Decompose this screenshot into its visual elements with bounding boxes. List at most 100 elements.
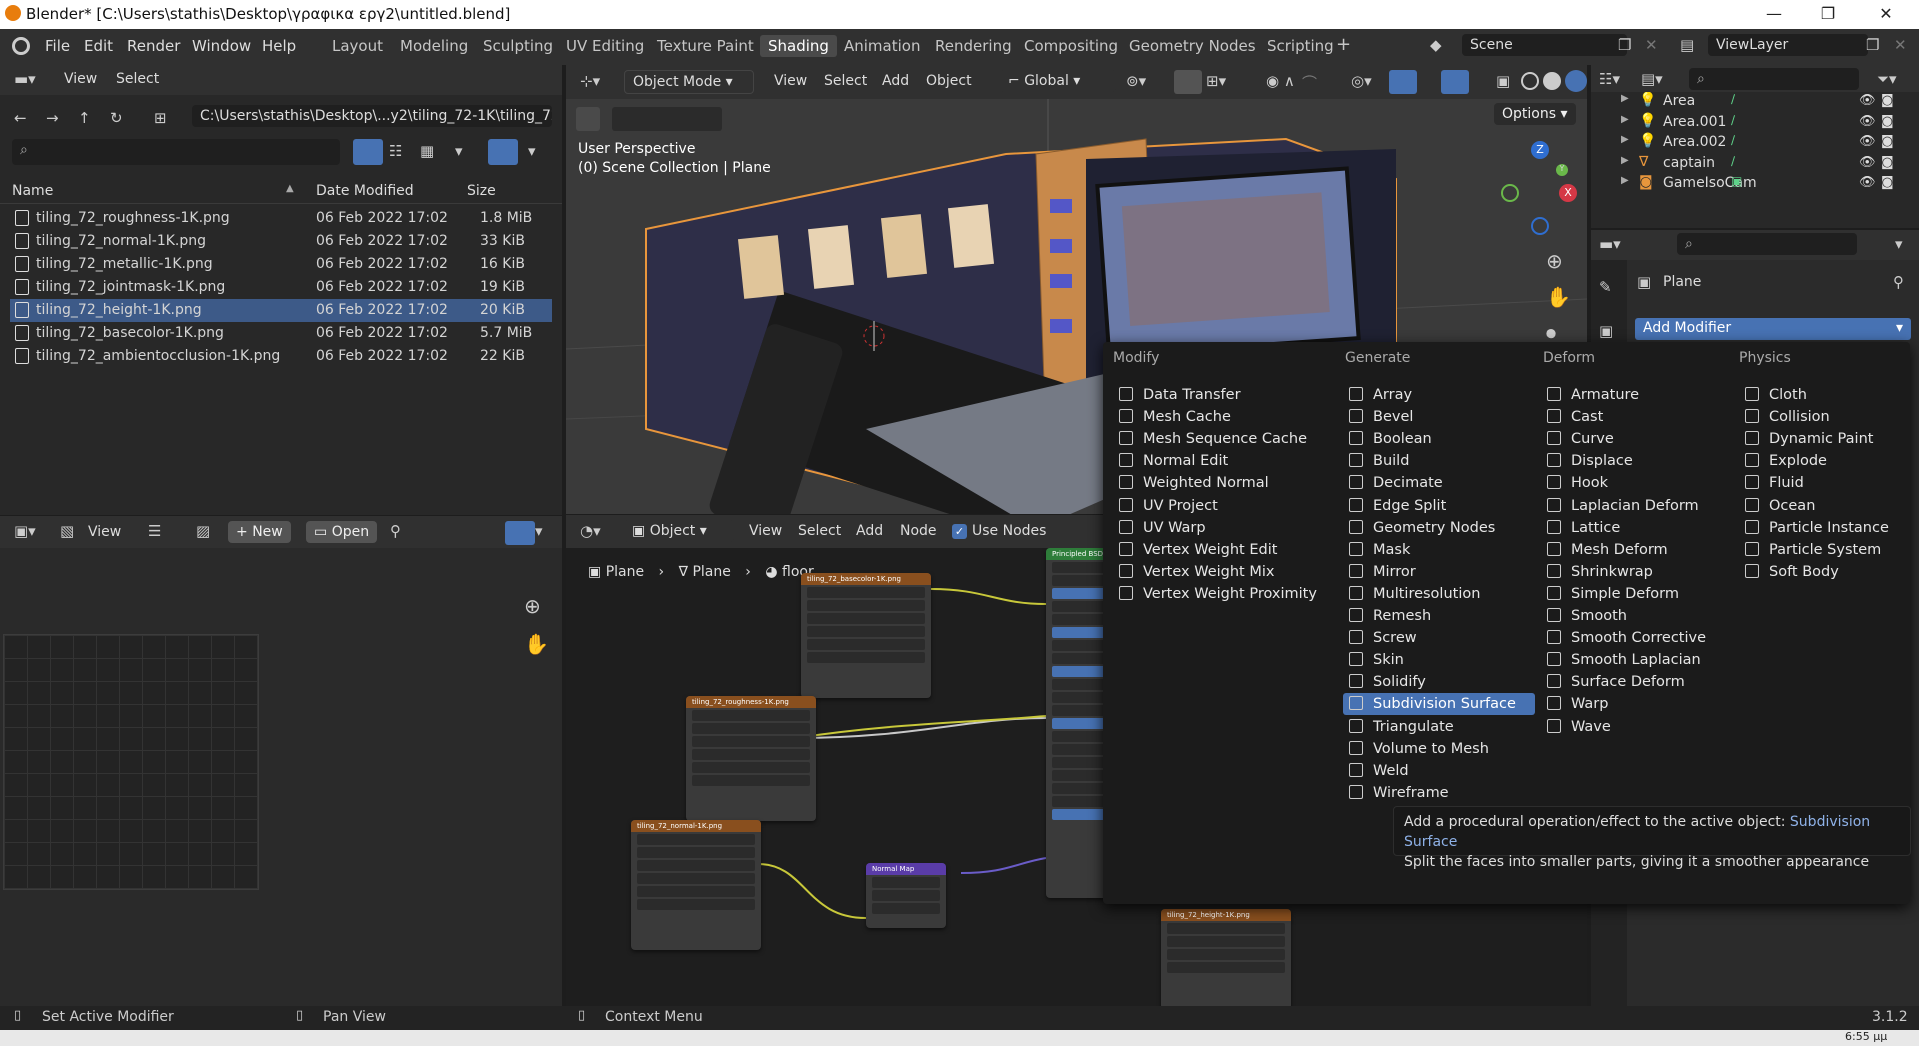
modifier-wave[interactable]: Wave [1541, 716, 1731, 738]
image-editor-canvas[interactable]: ⊕ ✋ [0, 548, 562, 1006]
modifier-smooth[interactable]: Smooth [1541, 605, 1731, 627]
y-axis-icon[interactable]: Y [1556, 164, 1568, 176]
modifier-vertex-weight-mix[interactable]: Vertex Weight Mix [1113, 561, 1333, 583]
parent-directory-icon[interactable]: ↑ [78, 109, 91, 127]
visibility-eye-icon[interactable]: 👁 [1859, 134, 1876, 149]
material-preview-shading-icon[interactable] [1565, 70, 1587, 92]
modifier-curve[interactable]: Curve [1541, 428, 1731, 450]
modifier-volume-to-mesh[interactable]: Volume to Mesh [1343, 738, 1535, 760]
node-view-menu[interactable]: View [749, 523, 782, 539]
pan-hand-icon[interactable]: ✋ [524, 632, 549, 656]
modifier-dynamic-paint[interactable]: Dynamic Paint [1739, 428, 1904, 450]
new-image-button[interactable]: + New [228, 521, 291, 543]
filter-settings-icon[interactable]: ▾ [528, 142, 536, 160]
image-browse-icon[interactable]: ▨ [196, 522, 210, 540]
render-tab-icon[interactable]: ▣ [1599, 322, 1613, 340]
tool-tweak-button[interactable] [576, 107, 600, 131]
image-editor-type-icon[interactable]: ▣▾ [14, 522, 36, 540]
delete-view-layer-icon[interactable]: ✕ [1894, 36, 1907, 54]
modifier-surface-deform[interactable]: Surface Deform [1541, 671, 1731, 693]
overlay-toggle-button[interactable] [505, 521, 535, 545]
navigation-gizmo[interactable]: Z Y X [1491, 139, 1581, 239]
node-normal-map[interactable]: Normal Map [866, 863, 946, 928]
open-image-button[interactable]: ▭ Open [306, 521, 378, 543]
modifier-vertex-weight-edit[interactable]: Vertex Weight Edit [1113, 539, 1333, 561]
expand-chevron-icon[interactable]: ▶ [1621, 155, 1629, 166]
pin-properties-icon[interactable]: ⚲ [1893, 273, 1904, 291]
tab-animation[interactable]: Animation [844, 37, 920, 55]
modifier-screw[interactable]: Screw [1343, 627, 1535, 649]
neg-z-axis-icon[interactable] [1531, 217, 1549, 235]
modifier-uv-warp[interactable]: UV Warp [1113, 517, 1333, 539]
node-basecolor-texture[interactable]: tiling_72_basecolor-1K.png [801, 573, 931, 698]
modifier-mesh-cache[interactable]: Mesh Cache [1113, 406, 1333, 428]
file-search-input[interactable]: ⌕ [12, 139, 340, 165]
image-view-menu[interactable]: View [88, 524, 121, 540]
proportional-editing-icon[interactable]: ◉ ∧ [1266, 72, 1295, 90]
menu-help[interactable]: Help [262, 37, 296, 55]
outliner-editor-type-icon[interactable]: ☷▾ [1599, 70, 1620, 88]
properties-options-icon[interactable]: ▾ [1895, 235, 1903, 253]
file-select-menu[interactable]: Select [116, 71, 159, 87]
column-size[interactable]: Size [467, 183, 496, 199]
tab-shading[interactable]: Shading [760, 35, 837, 57]
column-name[interactable]: Name [12, 183, 53, 199]
outliner-item[interactable]: ▶ ◙ GameIsoCam ▣ 👁 ◙ [1591, 174, 1919, 199]
new-view-layer-icon[interactable]: ❐ [1866, 36, 1879, 54]
file-row[interactable]: tiling_72_basecolor-1K.png 06 Feb 2022 17… [10, 322, 552, 345]
modifier-mesh-deform[interactable]: Mesh Deform [1541, 539, 1731, 561]
modifier-fluid[interactable]: Fluid [1739, 472, 1904, 494]
pivot-point-icon[interactable]: ⊚▾ [1126, 72, 1146, 90]
file-view-menu[interactable]: View [64, 71, 97, 87]
modifier-particle-instance[interactable]: Particle Instance [1739, 517, 1904, 539]
viewport-view-menu[interactable]: View [774, 73, 807, 89]
node-normal-texture[interactable]: tiling_72_normal-1K.png [631, 820, 761, 950]
tab-sculpting[interactable]: Sculpting [483, 37, 553, 55]
tab-rendering[interactable]: Rendering [935, 37, 1012, 55]
modifier-mask[interactable]: Mask [1343, 539, 1535, 561]
use-nodes-checkbox[interactable]: ✓ [952, 524, 967, 539]
tab-uv-editing[interactable]: UV Editing [566, 37, 644, 55]
path-field[interactable]: C:\Users\stathis\Desktop\...y2\tiling_72… [192, 105, 552, 127]
modifier-displace[interactable]: Displace [1541, 450, 1731, 472]
modifier-ocean[interactable]: Ocean [1739, 495, 1904, 517]
tab-layout[interactable]: Layout [332, 37, 383, 55]
file-row[interactable]: tiling_72_normal-1K.png 06 Feb 2022 17:02… [10, 230, 552, 253]
horizontal-list-view-icon[interactable]: ☷ [389, 142, 402, 160]
visibility-eye-icon[interactable]: 👁 [1859, 93, 1876, 108]
render-camera-icon[interactable]: ◙ [1881, 175, 1894, 190]
modifier-normal-edit[interactable]: Normal Edit [1113, 450, 1333, 472]
modifier-solidify[interactable]: Solidify [1343, 671, 1535, 693]
view-layer-icon[interactable]: ▤ [1680, 36, 1694, 54]
snap-toggle-button[interactable] [1174, 70, 1202, 94]
render-camera-icon[interactable]: ◙ [1881, 93, 1894, 108]
file-row[interactable]: tiling_72_height-1K.png 06 Feb 2022 17:02… [10, 299, 552, 322]
menu-window[interactable]: Window [192, 37, 251, 55]
menu-edit[interactable]: Edit [84, 37, 113, 55]
tool-tab-icon[interactable]: ✎ [1599, 278, 1612, 296]
menu-file[interactable]: File [45, 37, 70, 55]
viewport-select-menu[interactable]: Select [824, 73, 867, 89]
modifier-subdivision-surface[interactable]: Subdivision Surface [1343, 693, 1535, 716]
display-mode-icon[interactable]: ▤▾ [1641, 70, 1663, 88]
wireframe-shading-icon[interactable] [1521, 72, 1539, 90]
modifier-lattice[interactable]: Lattice [1541, 517, 1731, 539]
tab-texture-paint[interactable]: Texture Paint [657, 37, 754, 55]
zoom-icon[interactable]: ⊕ [524, 594, 541, 618]
properties-editor-type-icon[interactable]: ▬▾ [1599, 235, 1621, 253]
blender-menu-icon[interactable] [12, 37, 30, 55]
z-axis-icon[interactable]: Z [1531, 141, 1549, 159]
modifier-mirror[interactable]: Mirror [1343, 561, 1535, 583]
modifier-hook[interactable]: Hook [1541, 472, 1731, 494]
overlay-viewport-button[interactable] [1441, 70, 1469, 94]
tab-geometry-nodes[interactable]: Geometry Nodes [1129, 37, 1256, 55]
add-modifier-button[interactable]: Add Modifier ▾ [1635, 318, 1911, 340]
modifier-wireframe[interactable]: Wireframe [1343, 782, 1535, 804]
x-axis-icon[interactable]: X [1559, 184, 1577, 202]
object-mode-dropdown[interactable]: Object Mode ▾ [624, 70, 754, 94]
modifier-multiresolution[interactable]: Multiresolution [1343, 583, 1535, 605]
modifier-decimate[interactable]: Decimate [1343, 472, 1535, 494]
file-row[interactable]: tiling_72_metallic-1K.png 06 Feb 2022 17:… [10, 253, 552, 276]
properties-search-input[interactable]: ⌕ [1677, 233, 1857, 255]
transform-orientation-dropdown[interactable]: ⌐ Global ▾ [1000, 70, 1116, 92]
